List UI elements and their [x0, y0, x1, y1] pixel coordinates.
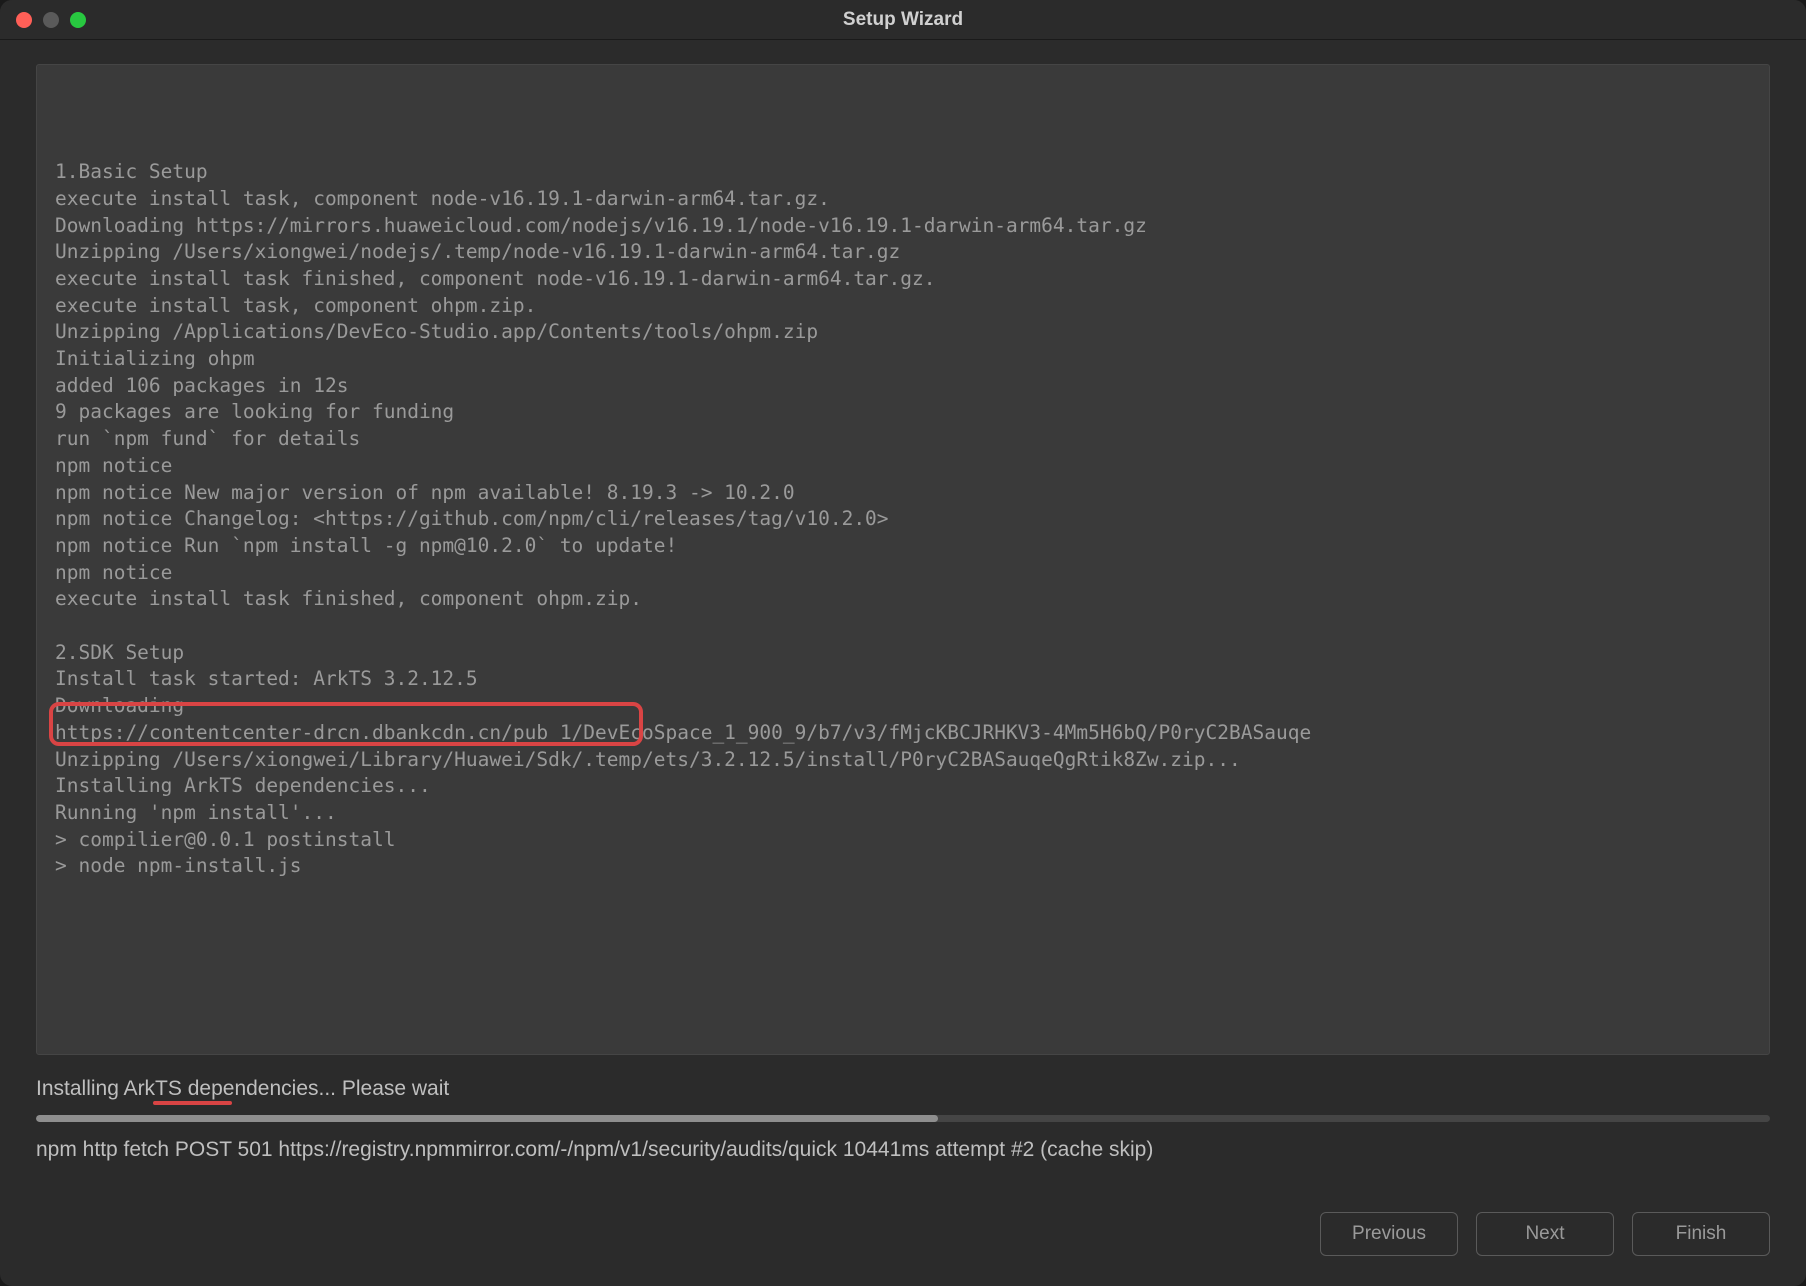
- log-line: Initializing ohpm: [55, 346, 1751, 373]
- window-title: Setup Wizard: [843, 9, 963, 31]
- log-line: > node npm-install.js: [55, 853, 1751, 880]
- log-line: Installing ArkTS dependencies...: [55, 773, 1751, 800]
- minimize-icon[interactable]: [43, 12, 59, 28]
- log-line: npm notice: [55, 560, 1751, 587]
- log-line: Unzipping /Users/xiongwei/nodejs/.temp/n…: [55, 239, 1751, 266]
- log-line: run `npm fund` for details: [55, 426, 1751, 453]
- maximize-icon[interactable]: [70, 12, 86, 28]
- log-line: npm notice: [55, 453, 1751, 480]
- status-detail: npm http fetch POST 501 https://registry…: [36, 1138, 1770, 1162]
- log-line: execute install task finished, component…: [55, 586, 1751, 613]
- log-line: 9 packages are looking for funding: [55, 399, 1751, 426]
- log-line: > compilier@0.0.1 postinstall: [55, 827, 1751, 854]
- log-line: Unzipping /Users/xiongwei/Library/Huawei…: [55, 747, 1751, 774]
- content-area: 1.Basic Setupexecute install task, compo…: [0, 40, 1806, 1286]
- log-line: npm notice Run `npm install -g npm@10.2.…: [55, 533, 1751, 560]
- log-line: Install task started: ArkTS 3.2.12.5: [55, 666, 1751, 693]
- log-line: Downloading https://mirrors.huaweicloud.…: [55, 213, 1751, 240]
- setup-wizard-window: Setup Wizard 1.Basic Setupexecute instal…: [0, 0, 1806, 1286]
- traffic-lights: [16, 12, 86, 28]
- log-line: execute install task, component node-v16…: [55, 186, 1751, 213]
- close-icon[interactable]: [16, 12, 32, 28]
- annotation-underline: [153, 1101, 232, 1105]
- status-text-label: Installing ArkTS dependencies... Please …: [36, 1077, 449, 1100]
- log-line: npm notice Changelog: <https://github.co…: [55, 506, 1751, 533]
- log-line: execute install task finished, component…: [55, 266, 1751, 293]
- log-line: 2.SDK Setup: [55, 640, 1751, 667]
- log-line: npm notice New major version of npm avai…: [55, 480, 1751, 507]
- progress-bar: [36, 1115, 1770, 1122]
- log-line: added 106 packages in 12s: [55, 373, 1751, 400]
- progress-fill: [36, 1115, 938, 1122]
- finish-button[interactable]: Finish: [1632, 1212, 1770, 1256]
- status-text: Installing ArkTS dependencies... Please …: [36, 1077, 449, 1101]
- log-line: Running 'npm install'...: [55, 800, 1751, 827]
- titlebar: Setup Wizard: [0, 0, 1806, 40]
- install-log[interactable]: 1.Basic Setupexecute install task, compo…: [36, 64, 1770, 1055]
- log-line: Downloading: [55, 693, 1751, 720]
- status-area: Installing ArkTS dependencies... Please …: [36, 1077, 1770, 1162]
- log-line: execute install task, component ohpm.zip…: [55, 293, 1751, 320]
- button-row: Previous Next Finish: [36, 1212, 1770, 1266]
- log-line: [55, 613, 1751, 640]
- log-line: 1.Basic Setup: [55, 159, 1751, 186]
- log-line: Unzipping /Applications/DevEco-Studio.ap…: [55, 319, 1751, 346]
- next-button[interactable]: Next: [1476, 1212, 1614, 1256]
- previous-button[interactable]: Previous: [1320, 1212, 1458, 1256]
- log-line: https://contentcenter-drcn.dbankcdn.cn/p…: [55, 720, 1751, 747]
